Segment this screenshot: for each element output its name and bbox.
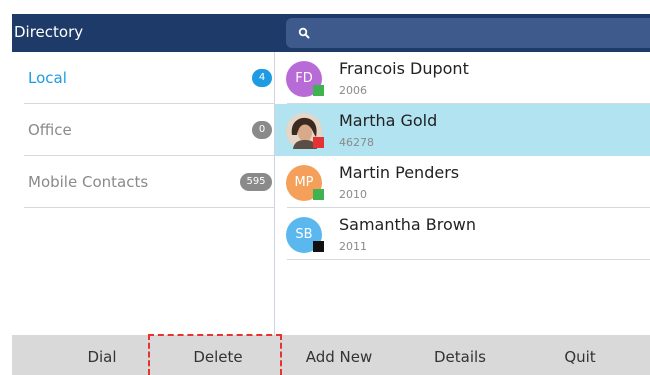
contact-row[interactable]: Martha Gold 46278 bbox=[275, 104, 650, 156]
sidebar-item-office[interactable]: Office 0 bbox=[24, 104, 274, 156]
dial-button[interactable]: Dial bbox=[72, 335, 132, 375]
contact-row[interactable]: FD Francois Dupont 2006 bbox=[275, 52, 650, 104]
contact-number: 46278 bbox=[339, 136, 374, 149]
directory-screen: Directory Local 4 Office 0 Mobile Contac… bbox=[12, 14, 650, 375]
contact-name: Francois Dupont bbox=[339, 59, 469, 78]
sidebar-item-mobile-contacts[interactable]: Mobile Contacts 595 bbox=[24, 156, 274, 208]
directory-sidebar: Local 4 Office 0 Mobile Contacts 595 bbox=[12, 52, 275, 335]
search-input[interactable] bbox=[286, 18, 650, 48]
contact-name: Samantha Brown bbox=[339, 215, 477, 234]
sidebar-item-local[interactable]: Local 4 bbox=[24, 52, 274, 104]
softkey-bar: Dial Delete Add New Details Quit bbox=[12, 335, 650, 375]
contact-list: FD Francois Dupont 2006 Martha Gold 4627… bbox=[275, 52, 650, 335]
contact-row[interactable]: MP Martin Penders 2010 bbox=[275, 156, 650, 208]
quit-button[interactable]: Quit bbox=[552, 335, 608, 375]
contact-row[interactable]: SB Samantha Brown 2011 bbox=[275, 208, 650, 260]
presence-status-icon bbox=[313, 189, 324, 200]
delete-highlight-box bbox=[148, 334, 282, 375]
contact-number: 2006 bbox=[339, 84, 367, 97]
page-title: Directory bbox=[14, 23, 84, 41]
presence-status-icon bbox=[313, 241, 324, 252]
count-badge: 595 bbox=[240, 173, 272, 191]
search-icon bbox=[298, 27, 310, 39]
contact-number: 2010 bbox=[339, 188, 367, 201]
details-button[interactable]: Details bbox=[422, 335, 498, 375]
avatar-initials: FD bbox=[295, 71, 313, 86]
contact-number: 2011 bbox=[339, 240, 367, 253]
divider bbox=[287, 259, 650, 260]
sidebar-item-label: Mobile Contacts bbox=[28, 173, 149, 191]
sidebar-item-label: Local bbox=[28, 69, 67, 87]
presence-status-icon bbox=[313, 137, 324, 148]
count-badge: 0 bbox=[252, 121, 272, 139]
presence-status-icon bbox=[313, 85, 324, 96]
sidebar-item-label: Office bbox=[28, 121, 72, 139]
count-badge: 4 bbox=[252, 69, 272, 87]
avatar-initials: SB bbox=[295, 227, 313, 242]
avatar-initials: MP bbox=[294, 175, 314, 190]
add-new-button[interactable]: Add New bbox=[294, 335, 384, 375]
contact-name: Martin Penders bbox=[339, 163, 460, 182]
contact-name: Martha Gold bbox=[339, 111, 438, 130]
header-bar: Directory bbox=[12, 14, 650, 52]
